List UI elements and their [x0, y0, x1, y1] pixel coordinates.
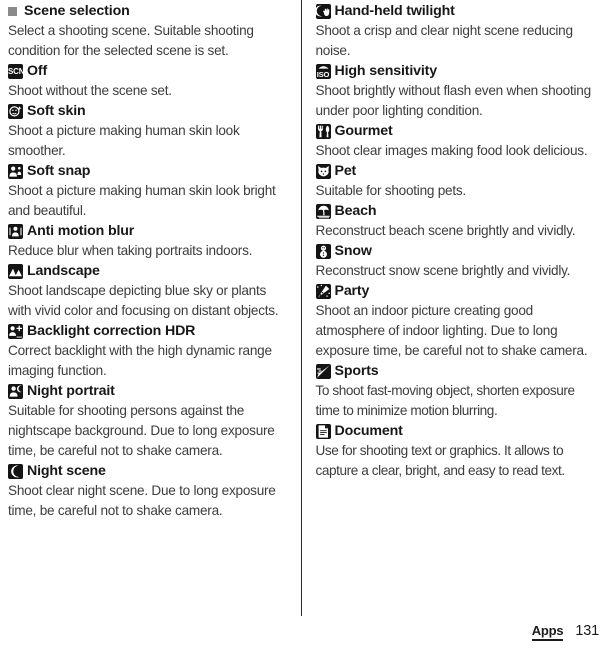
list-item-description: Shoot a crisp and clear night scene redu…: [315, 23, 574, 58]
list-item-title-gourmet: Gourmet: [315, 121, 602, 141]
list-item-description: Reduce blur when taking portraits indoor…: [8, 243, 253, 258]
footer-page-number: 131: [575, 623, 599, 639]
night-portrait-icon: [8, 384, 23, 399]
list-item-title-document: Document: [315, 421, 602, 441]
list-item-label: Gourmet: [334, 123, 393, 139]
gray-square-bullet-icon: [8, 7, 17, 16]
list-item-description: Shoot a picture making human skin look b…: [8, 183, 276, 218]
list-item-title-party: Party: [315, 281, 602, 301]
list-item-label: Party: [334, 283, 370, 299]
anti-motion-blur-icon: [8, 224, 23, 239]
list-item-title-soft-skin: Soft skin: [8, 101, 292, 121]
left-column: Scene selection Select a shooting scene.…: [0, 0, 304, 620]
list-item-description: Shoot landscape depicting blue sky or pl…: [8, 283, 279, 318]
list-item-label: Anti motion blur: [27, 223, 135, 239]
beach-umbrella-icon: [315, 204, 331, 219]
list-item-description: Shoot a picture making human skin look s…: [8, 123, 240, 158]
list-item-label: Night scene: [27, 463, 106, 479]
list-item-title-hand-held-twilight: Hand-held twilight: [315, 1, 602, 21]
list-item-label: Night portrait: [27, 383, 115, 399]
list-item-label: Soft skin: [27, 103, 86, 119]
list-item-title-snow: Snow: [315, 241, 602, 261]
list-item-title-pet: Pet: [315, 161, 602, 181]
gourmet-cutlery-icon: [315, 124, 331, 139]
party-confetti-icon: [315, 284, 331, 299]
list-item-label: Soft snap: [27, 163, 91, 179]
list-item-title-night-scene: Night scene: [8, 461, 292, 481]
section-description: Select a shooting scene. Suitable shooti…: [8, 23, 254, 58]
list-item-title-anti-motion-blur: Anti motion blur: [8, 221, 292, 241]
section-heading-label: Scene selection: [24, 3, 130, 19]
footer-section-label: Apps: [531, 623, 564, 641]
list-item-label: Hand-held twilight: [334, 3, 455, 19]
list-item-label: Backlight correction HDR: [27, 323, 196, 339]
document-page-icon: [315, 424, 331, 439]
manual-page: Scene selection Select a shooting scene.…: [0, 0, 607, 649]
list-item-title-night-portrait: Night portrait: [8, 381, 292, 401]
list-item-description: Suitable for shooting pets.: [315, 183, 467, 198]
night-scene-moon-icon: [8, 464, 23, 479]
list-item-title-sports: Sports: [315, 361, 602, 381]
list-item-title-landscape: Landscape: [8, 261, 292, 281]
list-item-title-backlight-correction-hdr: Backlight correction HDR: [8, 321, 292, 341]
list-item-description: Shoot an indoor picture creating good at…: [315, 303, 588, 358]
list-item-description: Shoot brightly without flash even when s…: [315, 83, 592, 118]
list-item-label: Sports: [334, 363, 379, 379]
list-item-label: Document: [334, 423, 403, 439]
list-item-title-high-sensitivity: ISO High sensitivity: [315, 61, 602, 81]
scn-icon: SCN: [8, 64, 23, 79]
content-columns: Scene selection Select a shooting scene.…: [0, 0, 607, 620]
snow-snowman-icon: [315, 244, 331, 259]
list-item-description: Shoot clear images making food look deli…: [315, 143, 588, 158]
page-footer: Apps 131: [0, 615, 607, 641]
high-sensitivity-iso-icon: ISO: [315, 64, 331, 79]
list-item-description: Shoot clear night scene. Due to long exp…: [8, 483, 276, 518]
list-item-label: Off: [27, 63, 48, 79]
list-item-title-off: SCN Off: [8, 61, 292, 81]
soft-skin-face-icon: [8, 104, 23, 119]
backlight-hdr-icon: [8, 324, 23, 339]
sports-running-icon: [315, 364, 331, 379]
list-item-description: Correct backlight with the high dynamic …: [8, 343, 272, 378]
scn-icon-text: SCN: [8, 67, 23, 76]
list-item-description: Shoot without the scene set.: [8, 83, 172, 98]
list-item-description: Reconstruct snow scene brightly and vivi…: [315, 263, 571, 278]
list-item-label: Landscape: [27, 263, 100, 279]
right-column: Hand-held twilight Shoot a crisp and cle…: [304, 0, 607, 620]
list-item-description: To shoot fast-moving object, shorten exp…: [315, 383, 576, 418]
list-item-description: Use for shooting text or graphics. It al…: [315, 443, 566, 478]
list-item-title-soft-snap: Soft snap: [8, 161, 292, 181]
list-item-label: Beach: [334, 203, 377, 219]
list-item-description: Reconstruct beach scene brightly and viv…: [315, 223, 576, 238]
pet-cat-icon: [315, 164, 331, 179]
list-item-label: Snow: [334, 243, 372, 259]
list-item-description: Suitable for shooting persons against th…: [8, 403, 275, 458]
landscape-mountains-icon: [8, 264, 23, 279]
iso-icon-text: ISO: [316, 70, 330, 79]
section-heading-scene-selection: Scene selection: [8, 1, 292, 21]
hand-held-twilight-icon: [315, 4, 331, 19]
list-item-label: High sensitivity: [334, 63, 438, 79]
soft-snap-person-icon: [8, 164, 23, 179]
list-item-label: Pet: [334, 163, 357, 179]
list-item-title-beach: Beach: [315, 201, 602, 221]
